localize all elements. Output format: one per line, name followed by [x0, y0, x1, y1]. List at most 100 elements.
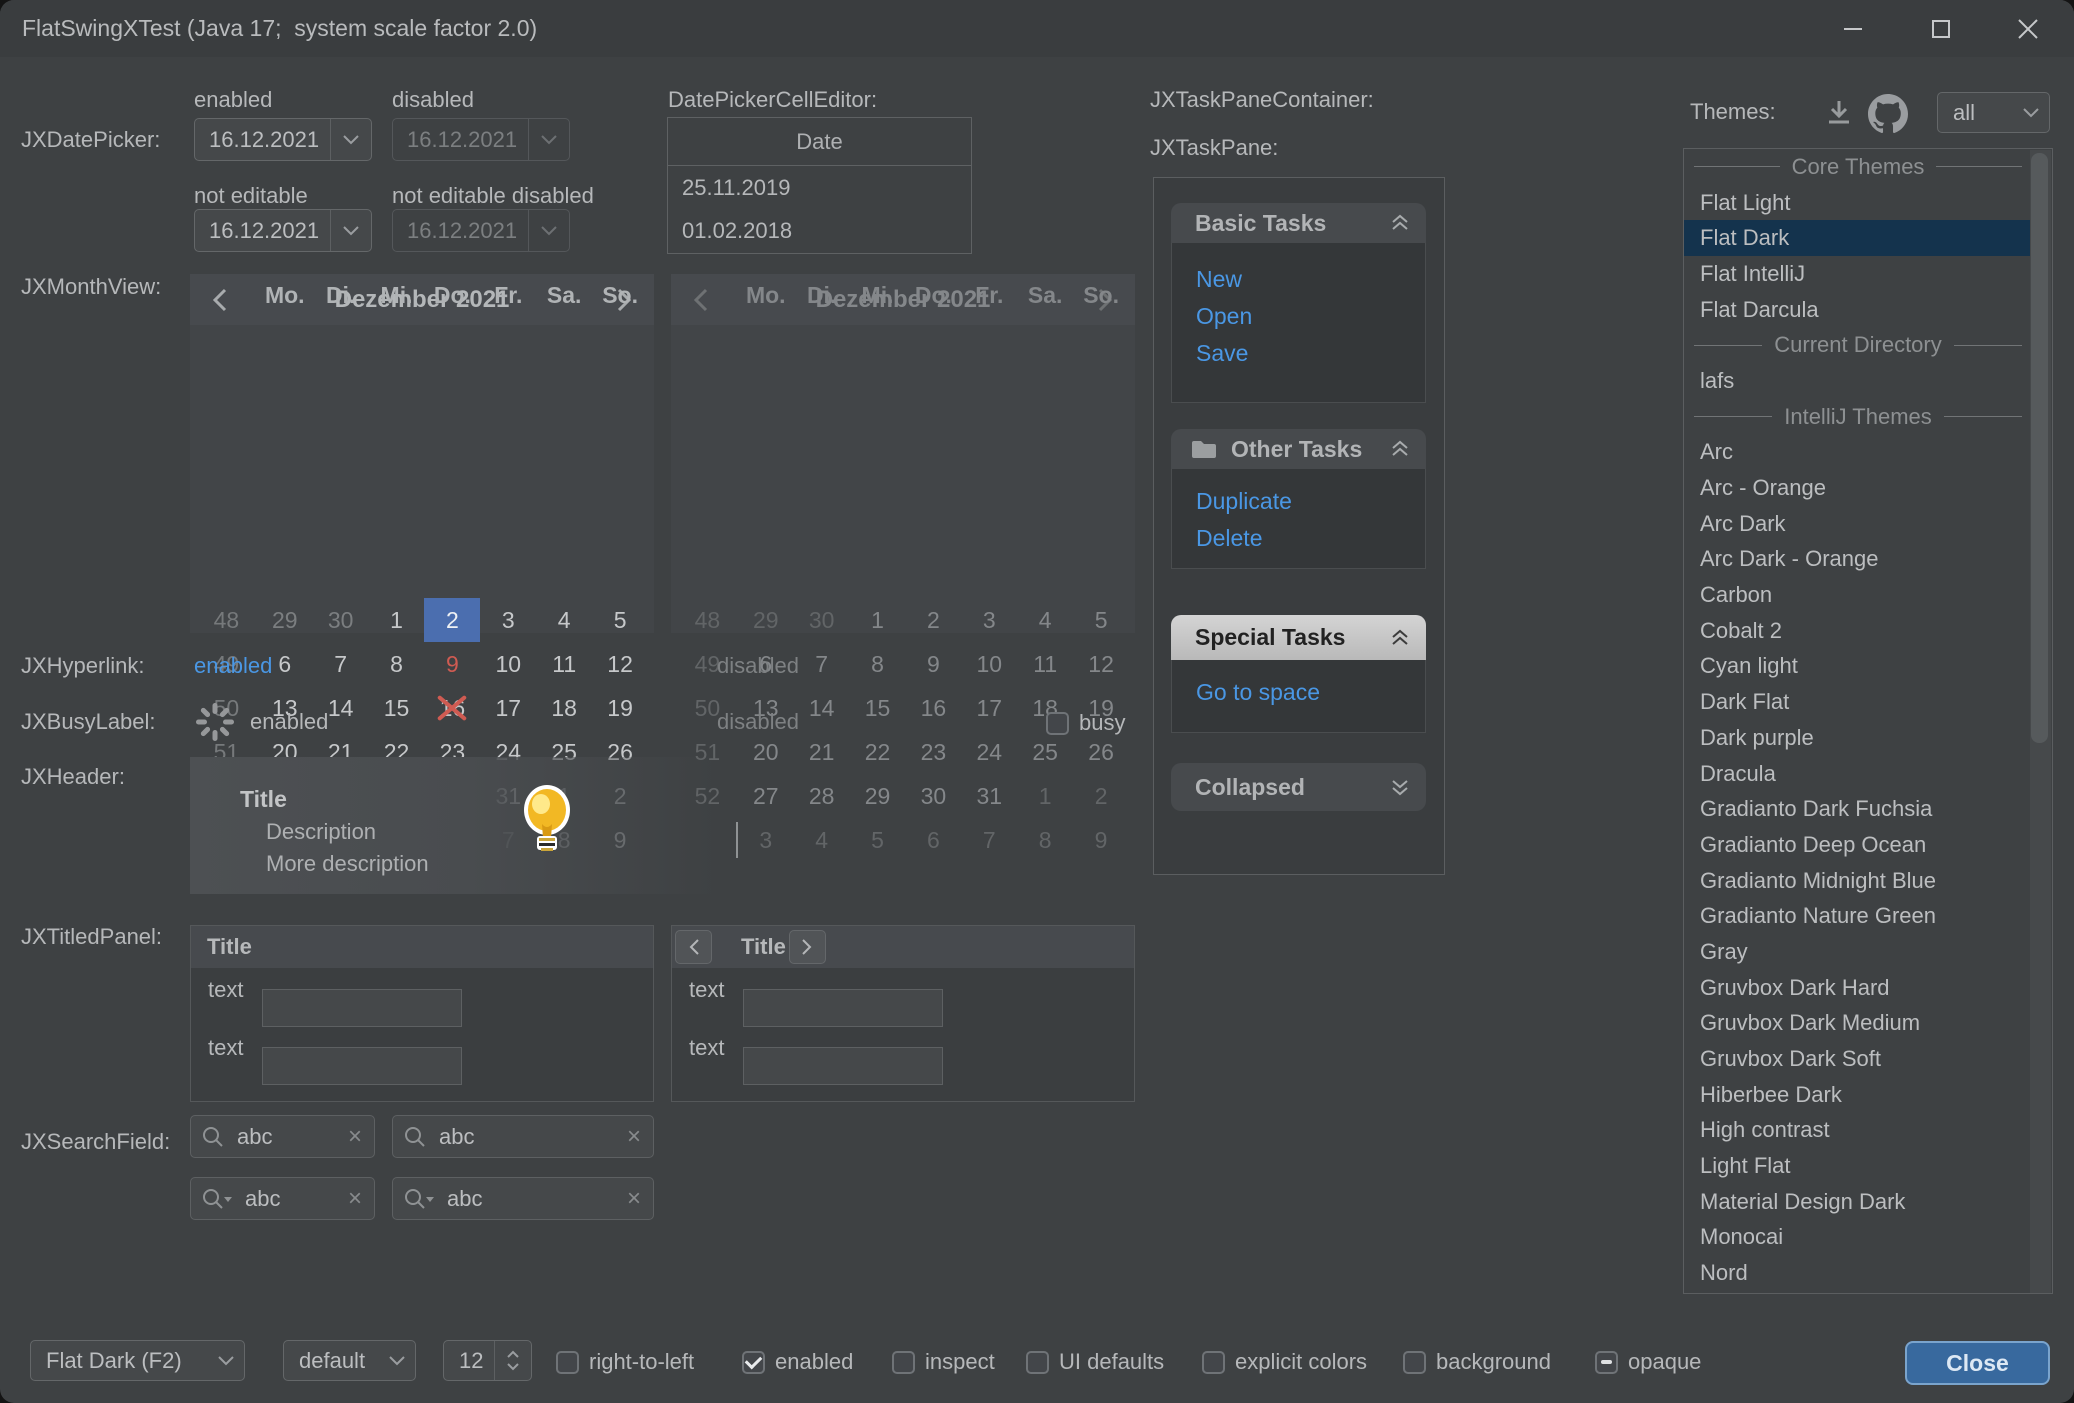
theme-item[interactable]: Flat Dark [1684, 220, 2032, 256]
theme-item[interactable]: Material Design Dark [1684, 1184, 2032, 1220]
title-right-button[interactable] [789, 930, 826, 964]
maximize-button[interactable] [1908, 0, 1974, 57]
calendar-day[interactable]: 16 [424, 686, 480, 730]
datepicker-dropdown-button[interactable] [331, 225, 371, 237]
enabled-checkbox[interactable]: enabled [742, 1349, 853, 1375]
scrollbar-track[interactable] [2030, 150, 2051, 1294]
text-input[interactable] [743, 989, 943, 1027]
theme-item[interactable]: Gradianto Deep Ocean [1684, 827, 2032, 863]
theme-item[interactable]: Carbon [1684, 577, 2032, 613]
right-to-left-checkbox[interactable]: right-to-left [556, 1349, 694, 1375]
calendar-day[interactable]: 2 [424, 598, 480, 642]
theme-item[interactable]: Gray [1684, 934, 2032, 970]
table-row[interactable]: 01.02.2018 [668, 209, 971, 252]
calendar-day[interactable]: 19 [592, 686, 648, 730]
theme-item[interactable]: Arc Dark - Orange [1684, 542, 2032, 578]
theme-item[interactable]: Cyan light [1684, 649, 2032, 685]
minimize-button[interactable] [1820, 0, 1886, 57]
theme-item[interactable]: High contrast [1684, 1113, 2032, 1149]
text-input[interactable] [743, 1047, 943, 1085]
taskpane-basic-header[interactable]: Basic Tasks [1171, 203, 1426, 243]
theme-item[interactable]: Flat Darcula [1684, 292, 2032, 328]
busy-checkbox[interactable]: busy [1046, 710, 1125, 736]
datepicker-value[interactable]: 16.12.2021 [195, 127, 330, 153]
download-icon[interactable] [1824, 98, 1854, 128]
table-row[interactable]: 25.11.2019 [668, 166, 971, 209]
theme-item[interactable]: Gradianto Nature Green [1684, 898, 2032, 934]
theme-item[interactable]: Dark purple [1684, 720, 2032, 756]
spinner-buttons[interactable] [495, 1350, 531, 1371]
inspect-checkbox[interactable]: inspect [892, 1349, 995, 1375]
table-header-date[interactable]: Date [668, 118, 971, 166]
search-field[interactable]: abc × [392, 1115, 654, 1158]
monthview-enabled[interactable]: Dezember 2021 Mo.Di.Mi.Do.Fr.Sa.So.48293… [190, 274, 654, 633]
search-icon[interactable] [403, 1125, 427, 1149]
calendar-day[interactable]: 11 [536, 642, 592, 686]
calendar-day[interactable]: 9 [424, 642, 480, 686]
theme-item[interactable]: Nord [1684, 1255, 2032, 1291]
search-field[interactable]: abc × [190, 1115, 375, 1158]
task-link[interactable]: Go to space [1196, 674, 1425, 711]
search-menu-icon[interactable] [403, 1187, 435, 1211]
title-left-button[interactable] [675, 930, 712, 964]
clear-icon[interactable]: × [348, 1185, 362, 1213]
calendar-day[interactable]: 8 [369, 642, 425, 686]
calendar-day[interactable]: 15 [369, 686, 425, 730]
theme-item[interactable]: Dark Flat [1684, 684, 2032, 720]
calendar-day[interactable]: 12 [592, 642, 648, 686]
search-input[interactable]: abc [439, 1124, 627, 1150]
calendar-day[interactable]: 29 [257, 598, 313, 642]
font-size-spinner[interactable]: 12 [443, 1340, 532, 1381]
calendar-day[interactable]: 10 [480, 642, 536, 686]
collapse-icon[interactable] [1390, 439, 1410, 459]
task-link[interactable]: Delete [1196, 520, 1425, 557]
expand-icon[interactable] [1390, 777, 1410, 797]
theme-list[interactable]: Core ThemesFlat LightFlat DarkFlat Intel… [1683, 148, 2053, 1294]
search-icon[interactable] [201, 1125, 225, 1149]
clear-icon[interactable]: × [348, 1123, 362, 1151]
theme-item[interactable]: Arc - Orange [1684, 470, 2032, 506]
theme-item[interactable]: Arc Dark [1684, 506, 2032, 542]
calendar-day[interactable]: 4 [536, 598, 592, 642]
search-input[interactable]: abc [245, 1186, 348, 1212]
theme-item[interactable]: Hiberbee Dark [1684, 1077, 2032, 1113]
search-input[interactable]: abc [237, 1124, 348, 1150]
opaque-checkbox[interactable]: opaque [1595, 1349, 1701, 1375]
datepicker-not-editable[interactable]: 16.12.2021 [194, 209, 372, 252]
hyperlink-enabled[interactable]: enabled [194, 650, 272, 682]
theme-item[interactable]: Gruvbox Dark Soft [1684, 1041, 2032, 1077]
calendar-day[interactable]: 7 [313, 642, 369, 686]
calendar-day[interactable]: 3 [480, 598, 536, 642]
style-combo[interactable]: default [283, 1340, 416, 1381]
background-checkbox[interactable]: background [1403, 1349, 1551, 1375]
clear-icon[interactable]: × [627, 1123, 641, 1151]
calendar-day[interactable]: 30 [313, 598, 369, 642]
clear-icon[interactable]: × [627, 1185, 641, 1213]
task-link[interactable]: New [1196, 261, 1425, 298]
theme-item[interactable]: Cobalt 2 [1684, 613, 2032, 649]
search-menu-icon[interactable] [201, 1187, 233, 1211]
theme-item[interactable]: Light Flat [1684, 1148, 2032, 1184]
calendar-day[interactable]: 1 [369, 598, 425, 642]
theme-item[interactable]: Flat IntelliJ [1684, 256, 2032, 292]
taskpane-special-header[interactable]: Special Tasks [1171, 615, 1426, 660]
laf-combo[interactable]: Flat Dark (F2) [30, 1340, 245, 1381]
calendar-day[interactable]: 18 [536, 686, 592, 730]
collapse-icon[interactable] [1390, 628, 1410, 648]
theme-item[interactable]: Gruvbox Dark Medium [1684, 1006, 2032, 1042]
collapse-icon[interactable] [1390, 213, 1410, 233]
task-link[interactable]: Open [1196, 298, 1425, 335]
close-button[interactable]: Close [1905, 1341, 2050, 1385]
github-icon[interactable] [1868, 94, 1908, 134]
task-link[interactable]: Save [1196, 335, 1425, 372]
theme-item[interactable]: Gradianto Midnight Blue [1684, 863, 2032, 899]
taskpane-other-header[interactable]: Other Tasks [1171, 429, 1426, 469]
calendar-day[interactable]: 17 [480, 686, 536, 730]
search-field-with-menu[interactable]: abc × [392, 1177, 654, 1220]
theme-item[interactable]: Arc [1684, 435, 2032, 471]
text-input[interactable] [262, 989, 462, 1027]
theme-filter-combo[interactable]: all [1937, 92, 2050, 133]
taskpane-collapsed-header[interactable]: Collapsed [1171, 763, 1426, 811]
theme-item[interactable]: Dracula [1684, 756, 2032, 792]
text-input[interactable] [262, 1047, 462, 1085]
